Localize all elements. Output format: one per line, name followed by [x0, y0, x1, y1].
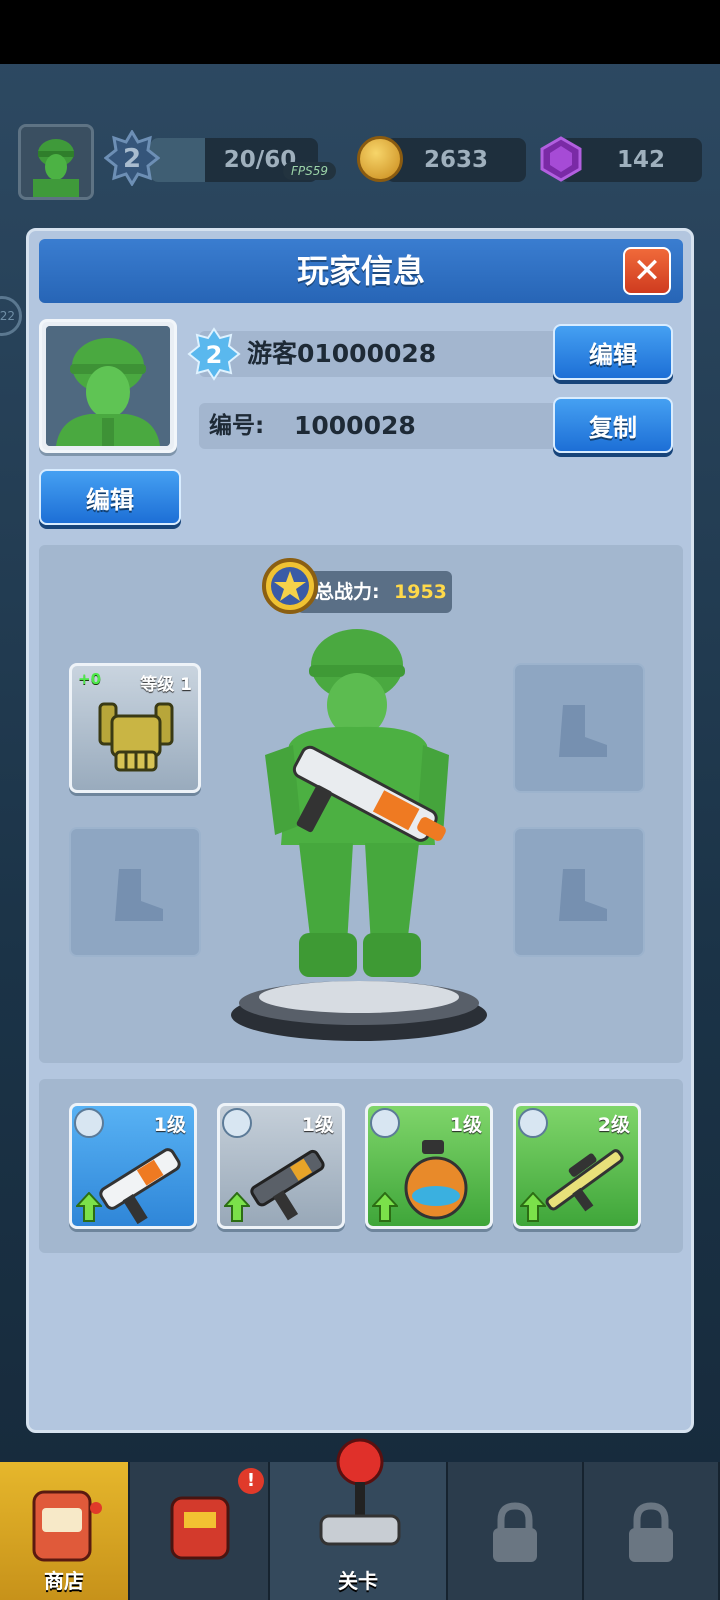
copy-id-button[interactable]: 复制 [553, 397, 673, 453]
weapon-card[interactable]: 2级 [513, 1103, 641, 1229]
player-id-value: 1000028 [294, 411, 416, 440]
nav-level[interactable]: 关卡 [270, 1438, 448, 1600]
coin-bar: 2633 [386, 138, 526, 182]
weapon-card[interactable]: 1级 [69, 1103, 197, 1229]
weapon-level: 1级 [449, 1114, 482, 1136]
slot-machine-icon [32, 1490, 102, 1562]
bottom-nav: 商店 ! 关卡 [0, 1438, 720, 1600]
edit-avatar-button[interactable]: 编辑 [39, 469, 181, 525]
edit-name-button[interactable]: 编辑 [553, 324, 673, 380]
coin-count: 2633 [423, 147, 488, 173]
boot-icon [559, 705, 607, 757]
boot-icon [559, 869, 607, 921]
boot-icon [115, 869, 163, 921]
upgrade-arrow-icon [520, 1192, 546, 1222]
glove-level: 等级 1 [140, 675, 192, 695]
upgrade-arrow-icon [224, 1192, 250, 1222]
panel-header: 玩家信息 ✕ [39, 239, 683, 303]
close-icon: ✕ [632, 251, 662, 291]
weapon-card[interactable]: 1级 [365, 1103, 493, 1229]
soldier-avatar-icon [21, 127, 91, 197]
nav-shop-label: 商店 [44, 1569, 84, 1593]
rifle-art-icon [99, 1148, 181, 1224]
weapon-card[interactable]: 1级 [217, 1103, 345, 1229]
nav-notification-badge: ! [238, 1468, 264, 1494]
total-power-badge: 总战力: 1953 [262, 558, 452, 614]
coin-icon [357, 136, 403, 182]
player-name: 游客01000028 [247, 339, 437, 368]
total-power-label: 总战力: [315, 581, 380, 603]
player-id-label: 编号: [209, 413, 265, 439]
status-bar [0, 0, 720, 64]
empty-equipment-slot[interactable] [513, 663, 645, 793]
nav-level-label: 关卡 [338, 1569, 378, 1593]
glove-plus: +0 [78, 670, 102, 688]
player-portrait [39, 319, 177, 453]
level-number: 2 [123, 144, 141, 174]
player-name-row: 2 游客01000028 [187, 327, 559, 381]
empty-equipment-slot[interactable] [69, 827, 201, 957]
top-hud: 20/60 2 2633 142 [0, 120, 720, 210]
glove-slot[interactable]: +0 等级 1 [69, 663, 201, 793]
level-star-icon: 2 [104, 130, 160, 186]
player-id-row: 编号: 1000028 [199, 403, 559, 449]
empty-equipment-slot[interactable] [513, 827, 645, 957]
nav-locked[interactable] [448, 1462, 584, 1600]
weapon-level: 2级 [597, 1114, 630, 1136]
weapon-level: 1级 [301, 1114, 334, 1136]
close-button[interactable]: ✕ [623, 247, 671, 295]
nav-locked[interactable] [584, 1462, 720, 1600]
weapon-level: 1级 [153, 1114, 186, 1136]
player-level-number: 2 [206, 341, 223, 369]
robot-icon [170, 1496, 230, 1560]
equipment-area: 总战力: 1953 +0 等级 1 [39, 545, 683, 1063]
player-info-panel: 玩家信息 ✕ 2 游客01000028 编辑 编号: 1000028 复制 编辑 [26, 228, 694, 1433]
gem-count: 142 [616, 147, 665, 173]
fps-counter: FPS59 [283, 162, 337, 180]
upgrade-arrow-icon [76, 1192, 102, 1222]
upgrade-arrow-icon [372, 1192, 398, 1222]
power-star-icon [262, 558, 318, 614]
panel-title: 玩家信息 [296, 252, 425, 290]
lock-icon [493, 1502, 537, 1562]
weapon-area: 1级 1级 1级 2级 [39, 1079, 683, 1253]
nav-shop[interactable]: 商店 [0, 1462, 130, 1600]
nav-robot[interactable]: ! [130, 1462, 270, 1600]
hud-avatar[interactable] [18, 124, 94, 200]
total-power-value: 1953 [394, 581, 447, 603]
glove-icon [98, 702, 174, 772]
soldier-character [231, 629, 487, 1041]
grenade-art-icon [404, 1140, 468, 1220]
player-level-star-icon: 2 [187, 327, 241, 381]
joystick-icon [319, 1438, 401, 1546]
gem-icon [540, 136, 582, 182]
smg-art-icon [250, 1149, 325, 1221]
soldier-portrait-icon [46, 326, 170, 446]
sniper-art-icon [545, 1149, 624, 1212]
side-badge[interactable]: 22 [0, 296, 22, 336]
lock-icon [629, 1502, 673, 1562]
